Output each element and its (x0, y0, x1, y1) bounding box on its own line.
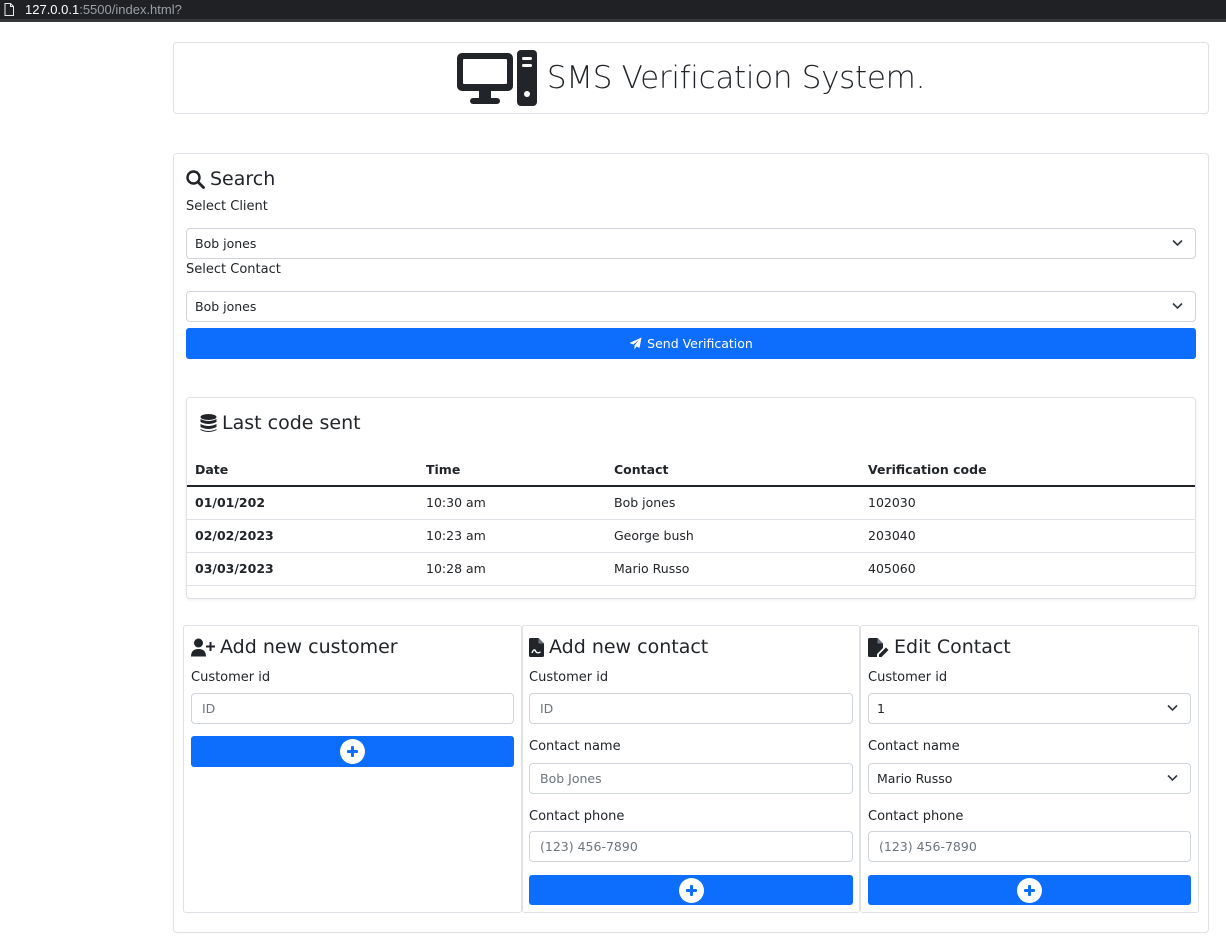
cell-date: 01/01/202 (187, 486, 418, 520)
contact-customer-id-placeholder: ID (540, 701, 554, 716)
cell-contact: George bush (606, 519, 860, 553)
customer-id-input[interactable]: ID (191, 693, 514, 724)
cell-time: 10:23 am (418, 519, 606, 553)
chevron-down-icon (1167, 704, 1178, 712)
add-customer-card (183, 625, 522, 913)
contact-customer-id-label: Customer id (529, 670, 609, 685)
plus-circle-icon (1017, 877, 1042, 903)
plus-circle-icon (678, 877, 704, 903)
contact-phone-label: Contact phone (529, 809, 625, 824)
column-header-time: Time (418, 454, 606, 487)
customer-id-label: Customer id (191, 670, 271, 685)
search-section-title: Search (186, 168, 275, 190)
edit-contact-name-value: Mario Russo (877, 771, 953, 786)
add-contact-title: Add new contact (529, 636, 708, 658)
database-icon (200, 413, 217, 432)
contact-name-label: Contact name (529, 739, 621, 754)
page-title: SMS Verification System. (546, 60, 926, 96)
edit-customer-id-dropdown[interactable]: 1 (868, 693, 1191, 724)
select-client-value: Bob jones (195, 236, 257, 251)
cell-code: 203040 (860, 519, 1195, 553)
edit-customer-id-label: Customer id (868, 670, 948, 685)
table-row: 02/02/2023 10:23 am George bush 203040 (187, 519, 1195, 553)
customer-id-placeholder: ID (202, 701, 216, 716)
cell-date: 02/02/2023 (187, 519, 418, 553)
chevron-down-icon (1172, 302, 1183, 310)
edit-customer-id-value: 1 (877, 701, 885, 716)
table-header-row: Date Time Contact Verification code (187, 454, 1195, 487)
chevron-down-icon (1167, 774, 1178, 782)
file-contract-icon (529, 637, 544, 657)
plus-circle-icon (340, 739, 365, 764)
file-pen-icon (868, 637, 889, 657)
last-code-table: Date Time Contact Verification code 01/0… (187, 454, 1195, 586)
contact-name-placeholder: Bob Jones (540, 771, 602, 786)
add-customer-button[interactable] (191, 736, 514, 767)
user-plus-icon (191, 638, 215, 656)
contact-phone-placeholder: (123) 456-7890 (540, 839, 638, 854)
edit-contact-phone-label: Contact phone (868, 809, 964, 824)
select-client-dropdown[interactable]: Bob jones (186, 228, 1196, 259)
column-header-code: Verification code (860, 454, 1195, 487)
last-code-card: Last code sent Date Time Contact Verific… (186, 397, 1196, 599)
add-customer-title: Add new customer (191, 636, 398, 658)
chevron-down-icon (1172, 239, 1183, 247)
cell-time: 10:30 am (418, 486, 606, 520)
add-contact-button[interactable] (529, 875, 853, 905)
column-header-contact: Contact (606, 454, 860, 487)
contact-name-input[interactable]: Bob Jones (529, 763, 853, 794)
header-card: SMS Verification System. (173, 42, 1209, 114)
table-row: 01/01/202 10:30 am Bob jones 102030 (187, 486, 1195, 520)
edit-contact-phone-input[interactable]: (123) 456-7890 (868, 831, 1191, 862)
search-icon (186, 169, 205, 189)
column-header-date: Date (187, 454, 418, 487)
select-contact-value: Bob jones (195, 299, 257, 314)
cell-contact: Bob jones (606, 486, 860, 520)
select-contact-label: Select Contact (186, 262, 281, 277)
select-client-label: Select Client (186, 199, 268, 214)
send-verification-button[interactable]: Send Verification (186, 328, 1196, 359)
cell-code: 405060 (860, 552, 1195, 586)
edit-contact-button[interactable] (868, 875, 1191, 905)
desktop-computer-icon (456, 50, 537, 106)
page-icon (4, 3, 14, 16)
url-text[interactable]: 127.0.0.1:5500/index.html? (25, 2, 182, 17)
browser-address-bar: 127.0.0.1:5500/index.html? (0, 0, 1226, 22)
last-code-title: Last code sent (200, 412, 361, 434)
edit-contact-name-dropdown[interactable]: Mario Russo (868, 763, 1191, 794)
cell-contact: Mario Russo (606, 552, 860, 586)
edit-contact-title: Edit Contact (868, 636, 1011, 658)
table-row: 03/03/2023 10:28 am Mario Russo 405060 (187, 552, 1195, 586)
contact-customer-id-input[interactable]: ID (529, 693, 853, 724)
send-verification-label: Send Verification (647, 336, 753, 351)
edit-contact-phone-placeholder: (123) 456-7890 (879, 839, 977, 854)
contact-phone-input[interactable]: (123) 456-7890 (529, 831, 853, 862)
cell-time: 10:28 am (418, 552, 606, 586)
cell-date: 03/03/2023 (187, 552, 418, 586)
edit-contact-name-label: Contact name (868, 739, 960, 754)
select-contact-dropdown[interactable]: Bob jones (186, 291, 1196, 322)
paper-plane-icon (629, 337, 642, 350)
cell-code: 102030 (860, 486, 1195, 520)
